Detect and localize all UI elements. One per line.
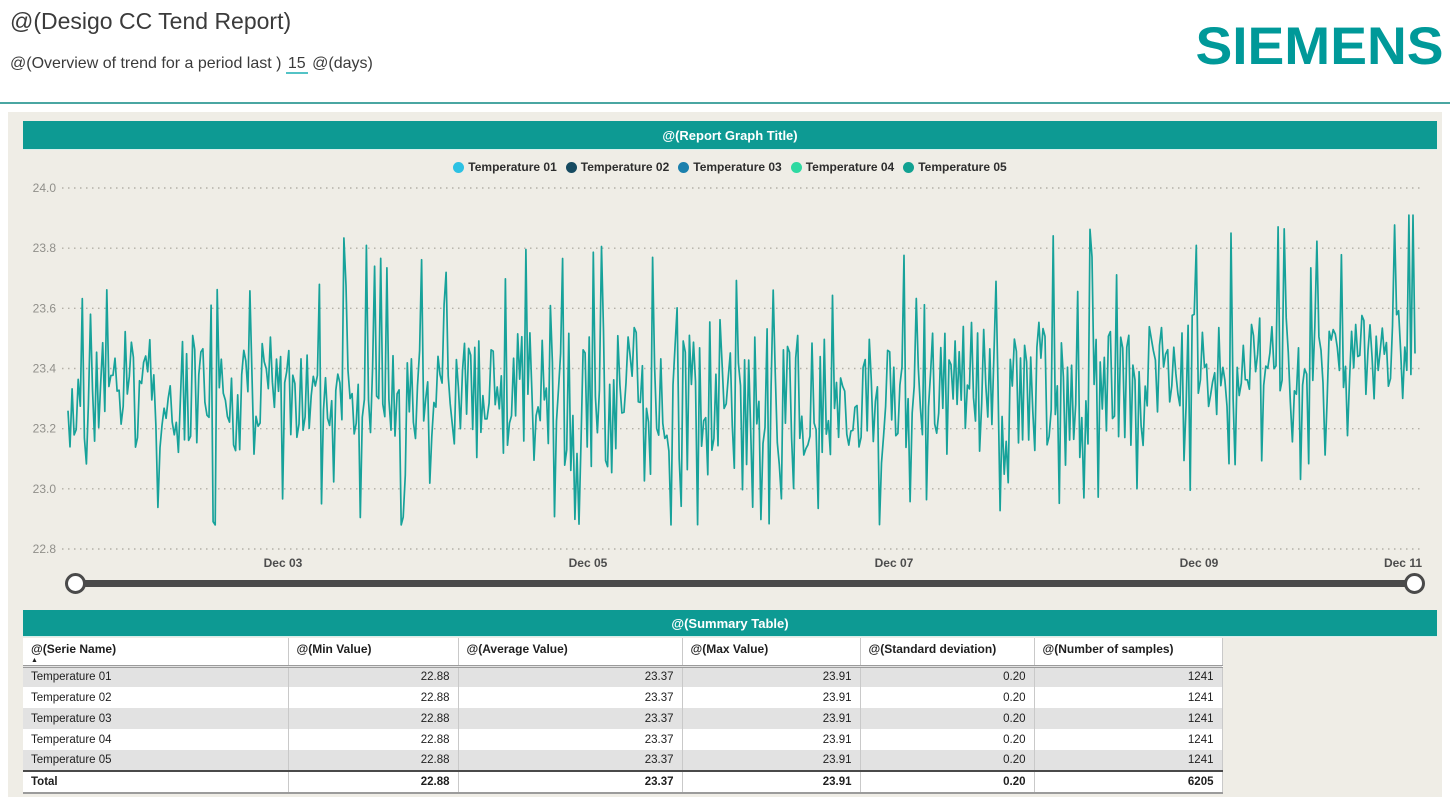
- cell-std: 0.20: [860, 687, 1034, 708]
- cell-std: 0.20: [860, 708, 1034, 729]
- cell-min: 22.88: [288, 750, 458, 771]
- column-header-min[interactable]: @(Min Value): [288, 638, 458, 666]
- header-divider: [0, 102, 1450, 104]
- cell-max: 23.91: [682, 729, 860, 750]
- cell-name: Temperature 03: [23, 708, 288, 729]
- trend-line: [68, 215, 1415, 525]
- summary-table-head: @(Serie Name)▲@(Min Value)@(Average Valu…: [23, 638, 1222, 666]
- page-header: @(Desigo CC Tend Report) @(Overview of t…: [0, 0, 1450, 102]
- cell-min: 22.88: [288, 666, 458, 687]
- cell-avg: 23.37: [458, 687, 682, 708]
- subtitle-prefix: @(Overview of trend for a period last ): [10, 55, 281, 72]
- cell-max: 23.91: [682, 666, 860, 687]
- cell-samples: 1241: [1034, 729, 1222, 750]
- y-axis-tick-label: 24.0: [33, 181, 57, 195]
- summary-panel-title: @(Summary Table): [671, 616, 788, 631]
- time-range-slider: [8, 567, 1442, 601]
- cell-std: 0.20: [860, 750, 1034, 771]
- period-days-value[interactable]: 15: [286, 55, 308, 74]
- cell-name: Temperature 05: [23, 750, 288, 771]
- slider-handle-left[interactable]: [65, 573, 86, 594]
- cell-name: Temperature 04: [23, 729, 288, 750]
- cell-samples: 1241: [1034, 708, 1222, 729]
- y-axis-tick-label: 22.8: [33, 542, 57, 556]
- siemens-logo: SIEMENS: [1196, 16, 1444, 77]
- cell-std: 0.20: [860, 666, 1034, 687]
- y-axis-tick-label: 23.8: [33, 241, 57, 255]
- summary-panel-header: @(Summary Table): [23, 610, 1437, 637]
- cell-avg: 23.37: [458, 729, 682, 750]
- summary-table: @(Serie Name)▲@(Min Value)@(Average Valu…: [23, 638, 1223, 794]
- cell-name: Temperature 02: [23, 687, 288, 708]
- cell-samples: 1241: [1034, 750, 1222, 771]
- slider-track[interactable]: [75, 580, 1415, 587]
- cell-samples: 1241: [1034, 666, 1222, 687]
- cell-max: 23.91: [682, 750, 860, 771]
- table-row: Temperature 0522.8823.3723.910.201241: [23, 750, 1222, 771]
- summary-table-body: Temperature 0122.8823.3723.910.201241Tem…: [23, 666, 1222, 771]
- cell-avg: 23.37: [458, 708, 682, 729]
- cell-avg: 23.37: [458, 750, 682, 771]
- cell-name: Temperature 01: [23, 666, 288, 687]
- column-header-std[interactable]: @(Standard deviation): [860, 638, 1034, 666]
- total-cell-avg: 23.37: [458, 771, 682, 793]
- y-axis-tick-label: 23.4: [33, 362, 57, 376]
- total-cell-min: 22.88: [288, 771, 458, 793]
- subtitle-suffix: @(days): [312, 55, 373, 72]
- cell-samples: 1241: [1034, 687, 1222, 708]
- column-header-avg[interactable]: @(Average Value): [458, 638, 682, 666]
- report-subtitle: @(Overview of trend for a period last ) …: [10, 55, 373, 73]
- cell-max: 23.91: [682, 708, 860, 729]
- y-axis-tick-label: 23.6: [33, 301, 57, 315]
- cell-max: 23.91: [682, 687, 860, 708]
- total-cell-std: 0.20: [860, 771, 1034, 793]
- total-cell-name: Total: [23, 771, 288, 793]
- total-cell-samples: 6205: [1034, 771, 1222, 793]
- trend-chart: 24.023.823.623.423.223.022.8Dec 03Dec 05…: [23, 150, 1437, 575]
- y-axis-tick-label: 23.2: [33, 422, 57, 436]
- column-header-samples[interactable]: @(Number of samples): [1034, 638, 1222, 666]
- cell-std: 0.20: [860, 729, 1034, 750]
- cell-min: 22.88: [288, 729, 458, 750]
- report-title: @(Desigo CC Tend Report): [10, 8, 291, 35]
- graph-panel-header: @(Report Graph Title): [23, 121, 1437, 150]
- y-axis-tick-label: 23.0: [33, 482, 57, 496]
- content-container: @(Report Graph Title) Temperature 01Temp…: [8, 112, 1442, 797]
- cell-avg: 23.37: [458, 666, 682, 687]
- table-row: Temperature 0122.8823.3723.910.201241: [23, 666, 1222, 687]
- cell-min: 22.88: [288, 687, 458, 708]
- cell-min: 22.88: [288, 708, 458, 729]
- table-row: Temperature 0422.8823.3723.910.201241: [23, 729, 1222, 750]
- total-cell-max: 23.91: [682, 771, 860, 793]
- sort-ascending-icon: ▲: [31, 657, 282, 664]
- slider-handle-right[interactable]: [1404, 573, 1425, 594]
- table-row: Temperature 0222.8823.3723.910.201241: [23, 687, 1222, 708]
- graph-panel-title: @(Report Graph Title): [662, 128, 797, 143]
- column-header-max[interactable]: @(Max Value): [682, 638, 860, 666]
- summary-table-foot: Total22.8823.3723.910.206205: [23, 771, 1222, 793]
- column-header-name[interactable]: @(Serie Name)▲: [23, 638, 288, 666]
- table-row: Temperature 0322.8823.3723.910.201241: [23, 708, 1222, 729]
